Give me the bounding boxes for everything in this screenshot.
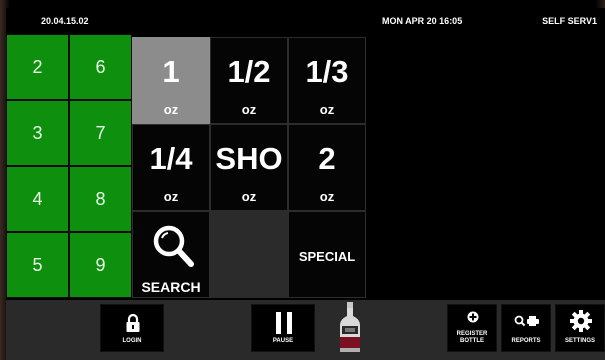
pour-size-grid: 1 oz 1/2 oz 1/3 oz 1/4 oz SHO oz 2 oz SE… (132, 37, 366, 301)
reports-button[interactable]: REPORTS (501, 304, 551, 352)
pour-size-2-oz[interactable]: 2 oz (288, 124, 366, 211)
reports-label: REPORTS (511, 338, 541, 344)
number-button-3[interactable]: 3 (6, 100, 69, 166)
version-text: 20.04.15.02 (41, 16, 89, 26)
special-label: SPECIAL (298, 249, 356, 264)
bottom-toolbar: LOGIN PAUSE REGISTER BOTTLE REPORTS SETT… (6, 300, 605, 360)
pour-size-half-oz[interactable]: 1/2 oz (210, 37, 288, 124)
magnifier-printer-icon (514, 315, 539, 327)
pause-button[interactable]: PAUSE (251, 304, 315, 352)
pour-size-third-oz[interactable]: 1/3 oz (288, 37, 366, 124)
number-button-5[interactable]: 5 (6, 232, 69, 298)
pour-size-value: 1 (162, 54, 180, 89)
number-button-2[interactable]: 2 (6, 34, 69, 100)
register-bottle-label: REGISTER BOTTLE (456, 331, 488, 344)
pour-size-unit: oz (241, 102, 257, 117)
pour-size-quarter-oz[interactable]: 1/4 oz (132, 124, 210, 211)
station-name: SELF SERV1 (542, 16, 597, 26)
main-panel: 2 6 3 7 4 8 5 9 1 oz 1/2 oz 1/3 oz 1/4 o… (6, 34, 605, 300)
number-button-6[interactable]: 6 (69, 34, 132, 100)
empty-slot (210, 211, 288, 298)
pour-size-value: 1/3 (305, 54, 349, 89)
register-bottle-button[interactable]: REGISTER BOTTLE (447, 304, 497, 352)
settings-button[interactable]: SETTINGS (555, 304, 605, 352)
special-button[interactable]: SPECIAL (288, 211, 366, 298)
pause-label: PAUSE (272, 338, 294, 344)
login-button[interactable]: LOGIN (100, 304, 164, 352)
pour-size-value: 2 (318, 141, 336, 176)
number-pad: 2 6 3 7 4 8 5 9 (6, 34, 132, 298)
pour-size-value: 1/2 (227, 54, 271, 89)
gear-icon (570, 310, 592, 332)
login-label: LOGIN (122, 338, 142, 344)
pour-size-1-oz[interactable]: 1 oz (132, 37, 210, 124)
bottle-icon (340, 302, 360, 352)
status-bar: 20.04.15.02 MON APR 20 16:05 SELF SERV1 (6, 8, 605, 34)
search-label: SEARCH (141, 279, 201, 295)
pour-size-value: SHO (215, 141, 283, 176)
pause-icon (276, 312, 292, 334)
plus-circle-icon (467, 311, 479, 323)
pour-size-shot-oz[interactable]: SHO oz (210, 124, 288, 211)
settings-label: SETTINGS (564, 338, 595, 344)
datetime-text: MON APR 20 16:05 (382, 16, 463, 26)
pour-size-unit: oz (319, 189, 335, 204)
pour-size-unit: oz (319, 102, 335, 117)
number-button-8[interactable]: 8 (69, 166, 132, 232)
pour-size-unit: oz (241, 189, 257, 204)
pour-size-unit: oz (163, 189, 179, 204)
search-icon (153, 225, 194, 267)
pour-size-value: 1/4 (149, 141, 193, 176)
search-button[interactable]: SEARCH (132, 211, 210, 298)
lock-icon (126, 313, 140, 332)
number-button-7[interactable]: 7 (69, 100, 132, 166)
number-button-4[interactable]: 4 (6, 166, 69, 232)
pour-size-unit: oz (163, 102, 179, 117)
number-button-9[interactable]: 9 (69, 232, 132, 298)
